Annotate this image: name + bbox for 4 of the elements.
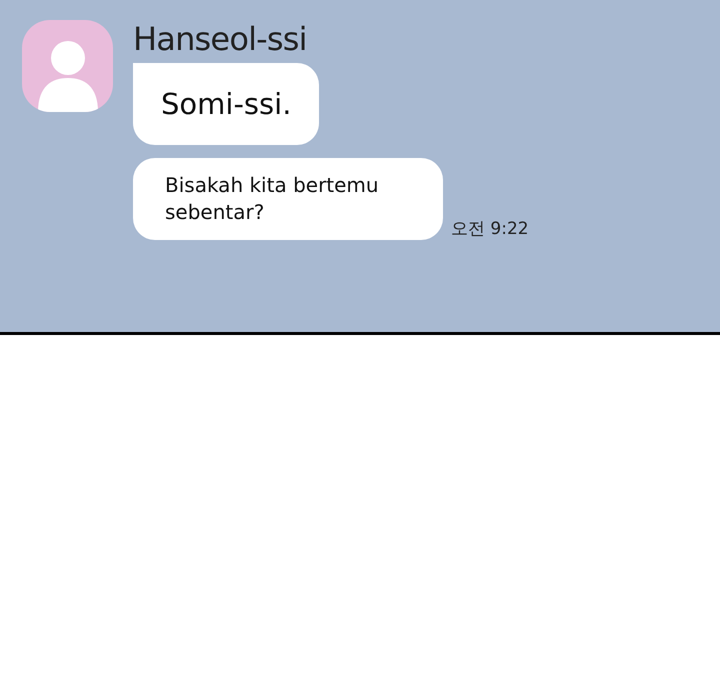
message-bubble: Somi-ssi. <box>133 63 320 145</box>
message-bubble: Bisakah kita bertemu sebentar? <box>133 158 443 240</box>
sender-name: Hanseol-ssi <box>133 20 308 58</box>
timestamp: 오전 9:22 <box>451 218 529 240</box>
